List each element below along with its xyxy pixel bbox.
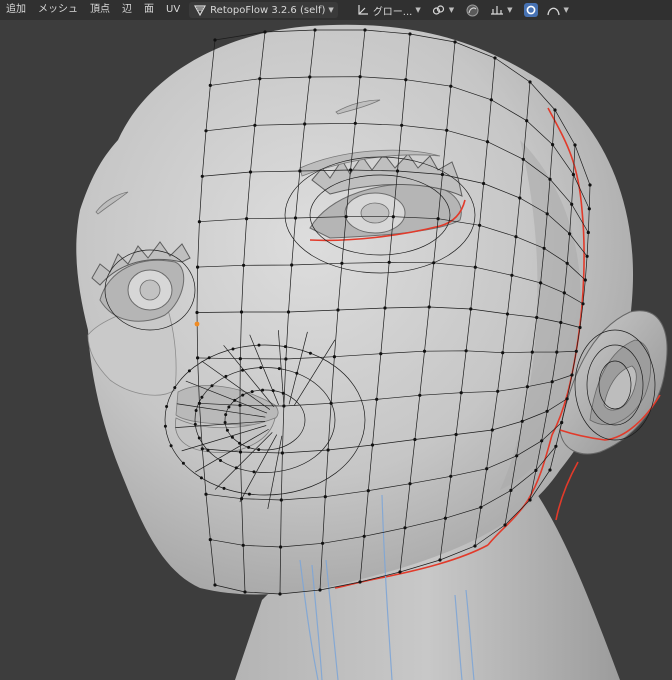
menu-uv[interactable]: UV: [160, 0, 186, 20]
retopoflow-icon: [193, 3, 207, 17]
viewport-header: 追加 メッシュ 頂点 辺 面 UV RetopoFlow 3.2.6 (self…: [0, 0, 672, 20]
overlay-toggle[interactable]: ▼: [543, 2, 573, 18]
chevron-down-icon: ▼: [563, 6, 569, 14]
menu-face[interactable]: 面: [138, 0, 160, 20]
curve-icon: [547, 3, 561, 17]
transform-orientation[interactable]: グロー... ▼: [352, 2, 425, 18]
tool-name: RetopoFlow 3.2.6 (self): [210, 4, 326, 16]
menu-mesh[interactable]: メッシュ: [32, 0, 84, 20]
chevron-down-icon: ▼: [415, 6, 421, 14]
menu-vertex[interactable]: 頂点: [84, 0, 116, 20]
menu-add[interactable]: 追加: [0, 0, 32, 20]
viewport-canvas[interactable]: [0, 20, 672, 680]
active-vertex: [194, 321, 200, 327]
snapping[interactable]: ▼: [486, 2, 516, 18]
3d-viewport[interactable]: [0, 20, 672, 680]
pivot-point[interactable]: ▼: [428, 2, 458, 18]
chevron-down-icon: ▼: [507, 6, 513, 14]
proportional-icon: [465, 3, 479, 17]
xray-toggle[interactable]: [520, 2, 542, 18]
xray-icon: [523, 3, 538, 17]
chevron-down-icon: ▼: [448, 6, 455, 14]
axes-icon: [356, 3, 370, 17]
orientation-label: グロー...: [372, 6, 413, 18]
tool-selector[interactable]: RetopoFlow 3.2.6 (self) ▼: [189, 2, 338, 18]
proportional-editing[interactable]: [461, 2, 483, 18]
snap-icon: [490, 3, 504, 17]
menu-edge[interactable]: 辺: [116, 0, 138, 20]
link-icon: [432, 3, 446, 17]
chevron-down-icon: ▼: [328, 6, 334, 14]
